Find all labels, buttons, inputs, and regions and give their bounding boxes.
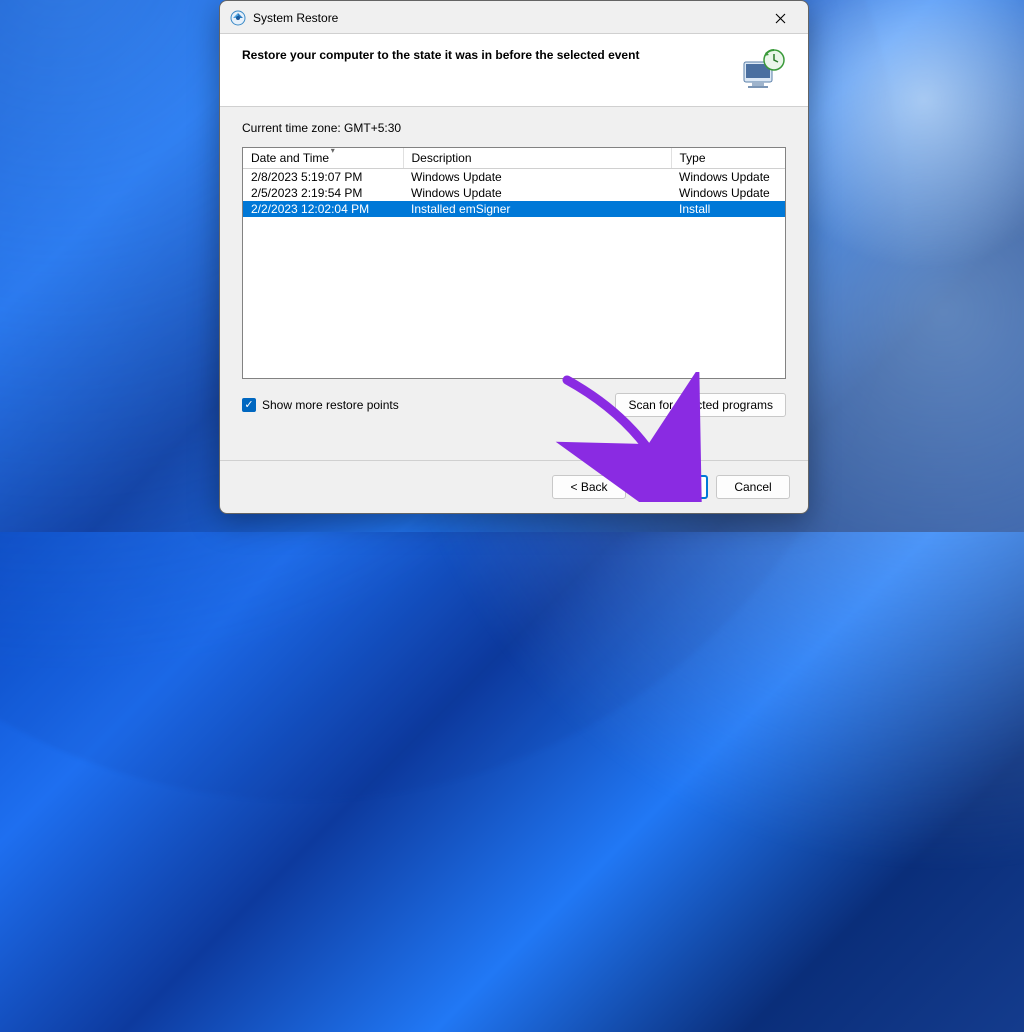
- scan-affected-programs-button[interactable]: Scan for affected programs: [615, 393, 786, 417]
- wizard-header: Restore your computer to the state it wa…: [220, 33, 808, 107]
- below-table-row: ✓ Show more restore points Scan for affe…: [242, 393, 786, 417]
- cell-description: Windows Update: [403, 185, 671, 201]
- checkbox-checked-icon: ✓: [242, 398, 256, 412]
- system-restore-icon: [230, 10, 246, 26]
- cell-date: 2/8/2023 5:19:07 PM: [243, 169, 403, 186]
- column-header-description[interactable]: Description: [403, 148, 671, 169]
- table-header-row: Date and Time ▾ Description Type: [243, 148, 785, 169]
- page-heading: Restore your computer to the state it wa…: [242, 48, 730, 62]
- system-restore-window: System Restore Restore your computer to …: [219, 0, 809, 514]
- restore-illustration-icon: [740, 48, 788, 92]
- window-title: System Restore: [253, 11, 760, 25]
- wizard-body: Current time zone: GMT+5:30 Date and Tim…: [220, 107, 808, 460]
- next-button[interactable]: Next >: [634, 475, 708, 499]
- wizard-footer: < Back Next > Cancel: [220, 460, 808, 513]
- table-row[interactable]: 2/2/2023 12:02:04 PMInstalled emSignerIn…: [243, 201, 785, 217]
- show-more-restore-points-checkbox[interactable]: ✓ Show more restore points: [242, 398, 399, 412]
- restore-points-table[interactable]: Date and Time ▾ Description Type 2/8/202…: [242, 147, 786, 379]
- sort-descending-icon: ▾: [331, 146, 335, 155]
- cell-type: Windows Update: [671, 169, 785, 186]
- column-header-type[interactable]: Type: [671, 148, 785, 169]
- cell-type: Windows Update: [671, 185, 785, 201]
- back-button[interactable]: < Back: [552, 475, 626, 499]
- show-more-label: Show more restore points: [262, 398, 399, 412]
- cell-date: 2/5/2023 2:19:54 PM: [243, 185, 403, 201]
- cell-description: Windows Update: [403, 169, 671, 186]
- table-row[interactable]: 2/8/2023 5:19:07 PMWindows UpdateWindows…: [243, 169, 785, 186]
- column-header-date[interactable]: Date and Time ▾: [243, 148, 403, 169]
- timezone-label: Current time zone: GMT+5:30: [242, 121, 786, 135]
- cell-description: Installed emSigner: [403, 201, 671, 217]
- cancel-button[interactable]: Cancel: [716, 475, 790, 499]
- titlebar: System Restore: [220, 1, 808, 33]
- cell-date: 2/2/2023 12:02:04 PM: [243, 201, 403, 217]
- cell-type: Install: [671, 201, 785, 217]
- close-button[interactable]: [760, 6, 800, 30]
- table-row[interactable]: 2/5/2023 2:19:54 PMWindows UpdateWindows…: [243, 185, 785, 201]
